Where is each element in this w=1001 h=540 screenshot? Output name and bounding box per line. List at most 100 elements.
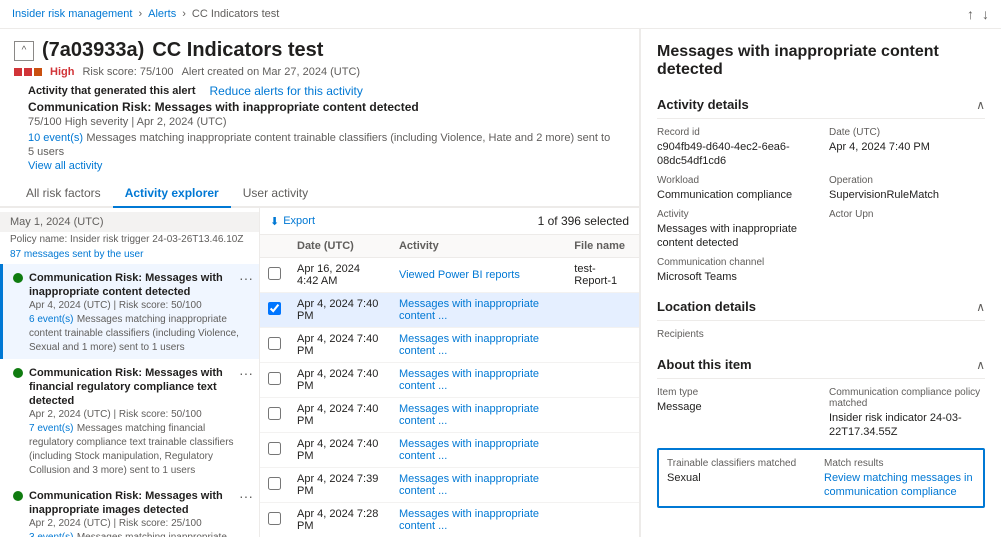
table-row[interactable]: Apr 4, 2024 7:40 PMMessages with inappro…	[260, 293, 639, 328]
view-all-activity-link[interactable]: View all activity	[28, 160, 102, 172]
col-filename: File name	[566, 235, 639, 258]
row-checkbox[interactable]	[268, 372, 281, 385]
review-link[interactable]: Review matching messages in communicatio…	[824, 472, 973, 498]
record-id-value: c904fb49-d640-4ec2-6ea6-08dc54df1cd6	[657, 141, 790, 167]
row-activity[interactable]: Messages with inappropriate content ...	[391, 503, 566, 538]
table-row[interactable]: Apr 4, 2024 7:39 PMMessages with inappro…	[260, 468, 639, 503]
row-activity[interactable]: Messages with inappropriate content ...	[391, 328, 566, 363]
policy-matched-value: Insider risk indicator 24-03-22T17.34.55…	[829, 412, 962, 438]
operation-label: Operation	[829, 175, 985, 186]
comm-channel-value: Microsoft Teams	[657, 271, 737, 283]
row-date: Apr 16, 2024 4:42 AM	[289, 258, 391, 293]
row-checkbox[interactable]	[268, 407, 281, 420]
chevron-up-icon: ∧	[976, 98, 985, 112]
table-row[interactable]: Apr 4, 2024 7:40 PMMessages with inappro…	[260, 328, 639, 363]
col-date: Date (UTC)	[289, 235, 391, 258]
table-row[interactable]: Apr 4, 2024 7:28 PMMessages with inappro…	[260, 503, 639, 538]
list-item[interactable]: Communication Risk: Messages with financ…	[0, 359, 259, 482]
table-row[interactable]: Apr 16, 2024 4:42 AMViewed Power BI repo…	[260, 258, 639, 293]
breadcrumb-item-1[interactable]: Insider risk management	[12, 8, 132, 20]
row-filename: test-Report-1	[566, 258, 639, 293]
classifiers-item: Trainable classifiers matched Sexual	[667, 458, 818, 498]
breadcrumb-item-3: CC Indicators test	[192, 8, 279, 20]
location-details-grid: Recipients	[657, 329, 985, 341]
item-events-link[interactable]: 3 event(s)	[29, 532, 73, 537]
row-activity[interactable]: Viewed Power BI reports	[391, 258, 566, 293]
reduce-alerts-link[interactable]: Reduce alerts for this activity	[210, 84, 363, 98]
match-results-label: Match results	[824, 458, 975, 469]
row-activity[interactable]: Messages with inappropriate content ...	[391, 293, 566, 328]
policy-matched-label: Communication compliance policy matched	[829, 387, 985, 409]
up-arrow-icon[interactable]: ↑	[967, 6, 974, 22]
table-row[interactable]: Apr 4, 2024 7:40 PMMessages with inappro…	[260, 433, 639, 468]
status-indicator	[13, 491, 23, 501]
policy-info: Policy name: Insider risk trigger 24-03-…	[0, 232, 259, 249]
row-filename	[566, 398, 639, 433]
activity-generated-label: Activity that generated this alert	[28, 85, 196, 97]
row-activity[interactable]: Messages with inappropriate content ...	[391, 433, 566, 468]
collapse-button[interactable]: ^	[14, 41, 34, 61]
row-activity[interactable]: Messages with inappropriate content ...	[391, 468, 566, 503]
right-panel: Messages with inappropriate content dete…	[640, 29, 1001, 537]
risk-row: High Risk score: 75/100 Alert created on…	[14, 66, 625, 78]
export-button[interactable]: ⬇ Export	[270, 215, 315, 228]
actor-upn-label: Actor Upn	[829, 209, 985, 220]
tab-user-activity[interactable]: User activity	[231, 180, 320, 208]
recipients-item: Recipients	[657, 329, 813, 341]
table-scroll[interactable]: Date (UTC) Activity File name Apr 16, 20…	[260, 235, 639, 537]
item-title: Communication Risk: Messages with financ…	[29, 367, 223, 407]
row-checkbox[interactable]	[268, 512, 281, 525]
alert-header: ^ (7a03933a) CC Indicators test High Ris…	[0, 29, 639, 180]
trainable-classifiers-section: Trainable classifiers matched Sexual Mat…	[657, 448, 985, 508]
activity-score-date: 75/100 High severity | Apr 2, 2024 (UTC)	[28, 116, 611, 128]
alert-date: Alert created on Mar 27, 2024 (UTC)	[182, 66, 361, 78]
item-meta: Apr 2, 2024 (UTC) | Risk score: 50/100	[29, 409, 249, 420]
row-checkbox[interactable]	[268, 302, 281, 315]
list-item[interactable]: Communication Risk: Messages with inappr…	[0, 264, 259, 359]
row-checkbox[interactable]	[268, 477, 281, 490]
item-events-link[interactable]: 7 event(s)	[29, 423, 73, 434]
row-filename	[566, 468, 639, 503]
record-id-item: Record id c904fb49-d640-4ec2-6ea6-08dc54…	[657, 127, 813, 167]
row-filename	[566, 328, 639, 363]
operation-item: Operation SupervisionRuleMatch	[829, 175, 985, 201]
about-item-section-header[interactable]: About this item ∧	[657, 351, 985, 379]
date-value: Apr 4, 2024 7:40 PM	[829, 141, 930, 153]
right-panel-title: Messages with inappropriate content dete…	[657, 43, 985, 79]
row-activity[interactable]: Messages with inappropriate content ...	[391, 363, 566, 398]
table-row[interactable]: Apr 4, 2024 7:40 PMMessages with inappro…	[260, 363, 639, 398]
top-nav: Insider risk management › Alerts › CC In…	[0, 0, 1001, 29]
item-events-link[interactable]: 6 event(s)	[29, 314, 73, 325]
record-id-label: Record id	[657, 127, 813, 138]
breadcrumb: Insider risk management › Alerts › CC In…	[12, 8, 279, 20]
tab-all-risk-factors[interactable]: All risk factors	[14, 180, 113, 208]
row-date: Apr 4, 2024 7:40 PM	[289, 293, 391, 328]
table-header-row: Date (UTC) Activity File name	[260, 235, 639, 258]
item-type-label: Item type	[657, 387, 813, 398]
row-activity[interactable]: Messages with inappropriate content ...	[391, 398, 566, 433]
split-content: May 1, 2024 (UTC) Policy name: Insider r…	[0, 208, 639, 537]
row-filename	[566, 503, 639, 538]
tab-activity-explorer[interactable]: Activity explorer	[113, 180, 231, 208]
comm-channel-item: Communication channel Microsoft Teams	[657, 257, 985, 283]
row-checkbox[interactable]	[268, 337, 281, 350]
item-menu-button[interactable]: ···	[239, 365, 253, 381]
operation-value: SupervisionRuleMatch	[829, 189, 939, 201]
item-title: Communication Risk: Messages with inappr…	[29, 490, 223, 516]
table-row[interactable]: Apr 4, 2024 7:40 PMMessages with inappro…	[260, 398, 639, 433]
item-menu-button[interactable]: ···	[239, 270, 253, 286]
events-link[interactable]: 10 event(s)	[28, 132, 83, 144]
workload-value: Communication compliance	[657, 189, 792, 201]
chevron-up-icon-3: ∧	[976, 358, 985, 372]
item-menu-button[interactable]: ···	[239, 488, 253, 504]
location-details-section-header[interactable]: Location details ∧	[657, 293, 985, 321]
down-arrow-icon[interactable]: ↓	[982, 6, 989, 22]
table-toolbar: ⬇ Export 1 of 396 selected	[260, 208, 639, 235]
event-desc: Messages matching inappropriate content …	[28, 132, 610, 158]
messages-sent[interactable]: 87 messages sent by the user	[0, 249, 259, 264]
breadcrumb-item-2[interactable]: Alerts	[148, 8, 176, 20]
row-checkbox[interactable]	[268, 442, 281, 455]
activity-details-section-header[interactable]: Activity details ∧	[657, 91, 985, 119]
row-checkbox[interactable]	[268, 267, 281, 280]
list-item[interactable]: Communication Risk: Messages with inappr…	[0, 482, 259, 537]
